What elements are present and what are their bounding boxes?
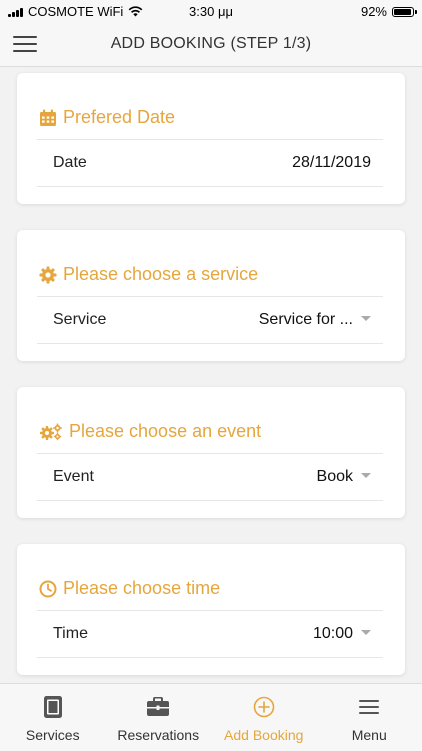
time-card: Please choose time Time 10:00 (17, 544, 405, 675)
date-value-text: 28/11/2019 (292, 154, 371, 172)
plus-circle-icon (253, 696, 275, 718)
clock-icon (39, 580, 57, 598)
date-value: 28/11/2019 (292, 154, 383, 172)
app-header: ADD BOOKING (STEP 1/3) (0, 22, 422, 67)
chevron-down-icon (361, 316, 371, 321)
service-value: Service for ... (259, 311, 383, 329)
status-bar: COSMOTE WiFi 3:30 μμ 92% (0, 0, 422, 22)
date-card-title: Prefered Date (63, 107, 175, 128)
time-card-header: Please choose time (39, 578, 220, 599)
event-value-text: Book (317, 468, 353, 486)
service-card: Please choose a service Service Service … (17, 230, 405, 361)
time-value-text: 10:00 (313, 625, 353, 643)
date-card-header: Prefered Date (39, 107, 175, 128)
event-card: Please choose an event Event Book (17, 387, 405, 518)
tab-add-booking[interactable]: Add Booking (211, 684, 317, 751)
gear-icon (39, 266, 57, 284)
chevron-down-icon (361, 630, 371, 635)
service-value-text: Service for ... (259, 311, 353, 329)
tab-reservations[interactable]: Reservations (106, 684, 212, 751)
event-card-header: Please choose an event (39, 421, 261, 442)
date-field[interactable]: Date 28/11/2019 (37, 139, 383, 187)
service-select[interactable]: Service Service for ... (37, 296, 383, 344)
gears-icon (39, 423, 63, 441)
calendar-icon (39, 109, 57, 127)
tab-services[interactable]: Services (0, 684, 106, 751)
event-card-title: Please choose an event (69, 421, 261, 442)
service-label: Service (37, 311, 106, 329)
time-value: 10:00 (313, 625, 383, 643)
page-title: ADD BOOKING (STEP 1/3) (0, 35, 422, 53)
event-select[interactable]: Event Book (37, 453, 383, 501)
chevron-down-icon (361, 473, 371, 478)
tab-reservations-label: Reservations (117, 727, 199, 743)
battery-icon (392, 7, 414, 17)
event-value: Book (317, 468, 383, 486)
tab-bar: Services Reservations Add Booking (0, 683, 422, 751)
booking-form[interactable]: Prefered Date Date 28/11/2019 Please cho (0, 67, 422, 683)
status-time: 3:30 μμ (0, 4, 422, 19)
tab-menu-label: Menu (352, 727, 387, 743)
menu-icon (358, 699, 380, 715)
time-card-title: Please choose time (63, 578, 220, 599)
tab-add-booking-label: Add Booking (224, 727, 303, 743)
event-label: Event (37, 468, 94, 486)
service-card-header: Please choose a service (39, 264, 258, 285)
time-label: Time (37, 625, 88, 643)
tab-menu[interactable]: Menu (317, 684, 422, 751)
battery-fill (394, 9, 411, 15)
briefcase-icon (146, 697, 170, 717)
services-icon (43, 695, 63, 719)
tab-services-label: Services (26, 727, 80, 743)
time-select[interactable]: Time 10:00 (37, 610, 383, 658)
battery-percent: 92% (361, 4, 387, 19)
status-right: 92% (361, 4, 414, 19)
service-card-title: Please choose a service (63, 264, 258, 285)
date-label: Date (37, 154, 87, 172)
date-card: Prefered Date Date 28/11/2019 (17, 73, 405, 204)
